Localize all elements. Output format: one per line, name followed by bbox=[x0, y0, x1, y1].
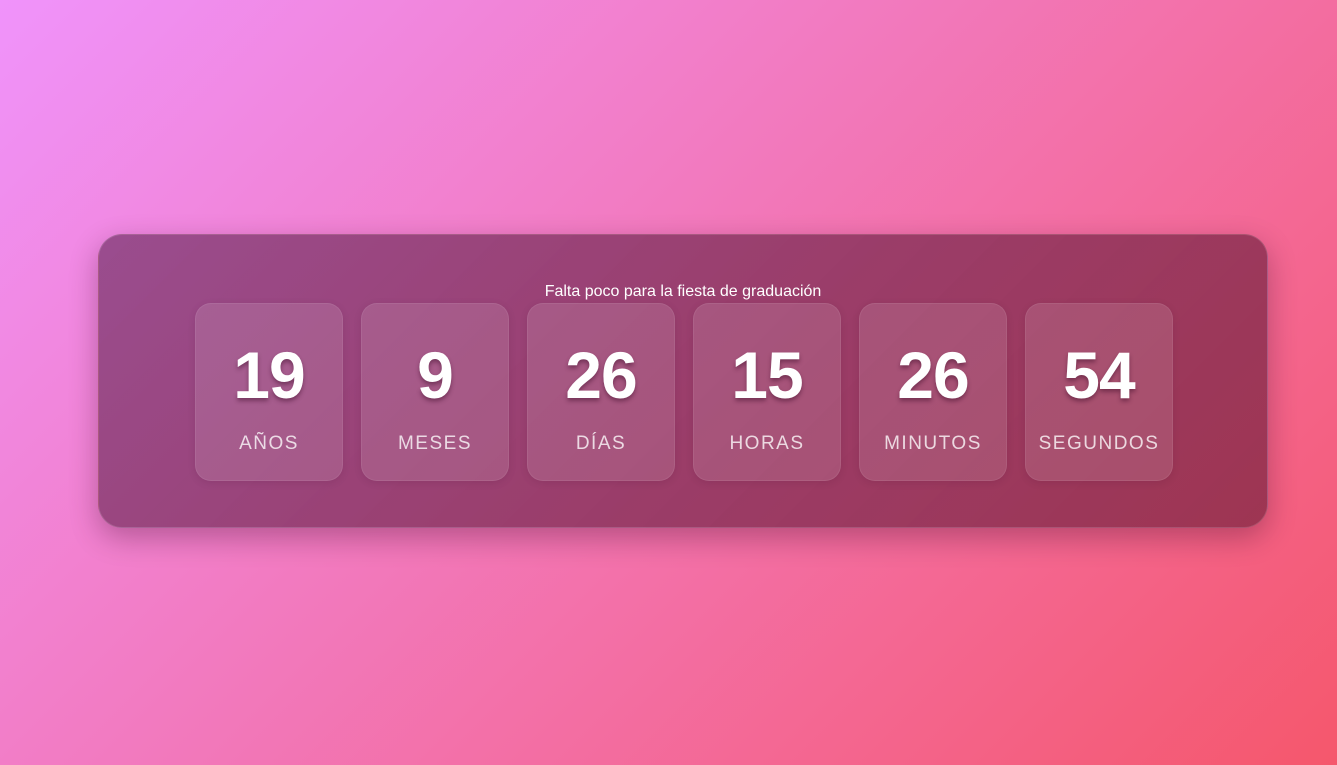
countdown-panel: Falta poco para la fiesta de graduación … bbox=[98, 234, 1268, 528]
minutes-value: 26 bbox=[897, 338, 969, 412]
seconds-value: 54 bbox=[1063, 338, 1135, 412]
countdown-units: 19 AÑOS 9 MESES 26 DÍAS 15 HORAS 26 MINU… bbox=[195, 303, 1173, 481]
countdown-unit-minutes: 26 MINUTOS bbox=[859, 303, 1007, 481]
countdown-unit-seconds: 54 SEGUNDOS bbox=[1025, 303, 1173, 481]
countdown-unit-months: 9 MESES bbox=[361, 303, 509, 481]
months-value: 9 bbox=[417, 338, 454, 412]
years-value: 19 bbox=[233, 338, 305, 412]
countdown-unit-days: 26 DÍAS bbox=[527, 303, 675, 481]
hours-label: HORAS bbox=[729, 433, 805, 454]
seconds-label: SEGUNDOS bbox=[1038, 433, 1160, 454]
countdown-unit-years: 19 AÑOS bbox=[195, 303, 343, 481]
minutes-label: MINUTOS bbox=[884, 433, 982, 454]
days-value: 26 bbox=[565, 338, 637, 412]
countdown-title: Falta poco para la fiesta de graduación bbox=[544, 283, 822, 300]
days-label: DÍAS bbox=[575, 433, 627, 454]
years-label: AÑOS bbox=[239, 433, 299, 454]
months-label: MESES bbox=[397, 433, 473, 454]
countdown-unit-hours: 15 HORAS bbox=[693, 303, 841, 481]
hours-value: 15 bbox=[731, 338, 803, 412]
